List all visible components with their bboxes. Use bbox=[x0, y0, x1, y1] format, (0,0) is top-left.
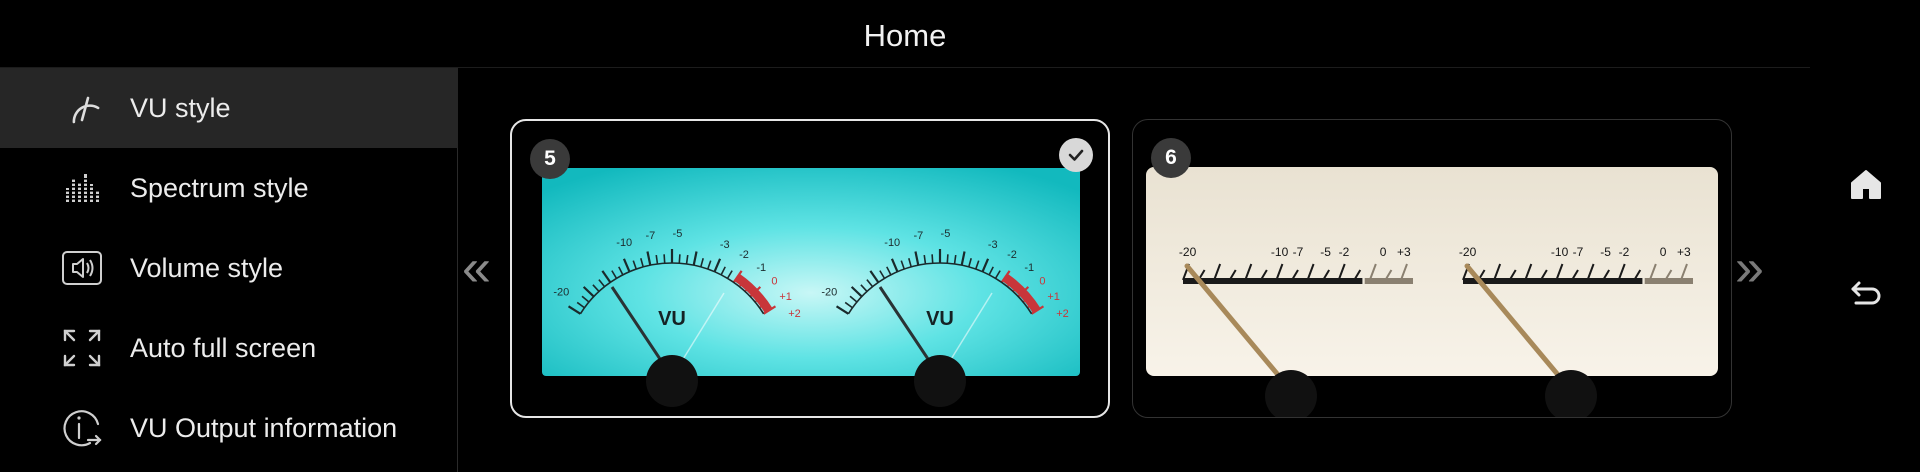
scale-label: 0 bbox=[1039, 276, 1045, 288]
peak-zone bbox=[1364, 278, 1413, 284]
scale-label: -10 bbox=[1271, 245, 1289, 259]
scale-label: -1 bbox=[756, 262, 766, 274]
scale-label: -20 bbox=[553, 286, 569, 298]
peak-zone bbox=[1644, 278, 1693, 284]
info-output-icon bbox=[60, 406, 104, 450]
scale-label: -2 bbox=[1619, 245, 1630, 259]
scale-bar bbox=[1463, 278, 1643, 284]
scale-tick bbox=[663, 254, 666, 264]
sidebar-item-label: VU style bbox=[130, 92, 231, 123]
double-chevron-left-icon: « bbox=[462, 239, 491, 297]
style-number-badge: 6 bbox=[1151, 138, 1191, 178]
scale-label: -3 bbox=[988, 239, 998, 251]
scale-label: -20 bbox=[1179, 245, 1197, 259]
meter-label: VU bbox=[926, 308, 954, 330]
home-icon bbox=[1851, 170, 1881, 199]
scale-label: 0 bbox=[771, 276, 777, 288]
scale-label: -7 bbox=[1293, 245, 1304, 259]
selected-check-icon bbox=[1059, 138, 1093, 172]
right-nav-bar bbox=[1810, 0, 1920, 472]
scale-label: -1 bbox=[1024, 262, 1034, 274]
spectrum-icon bbox=[60, 166, 104, 210]
style-number-badge: 5 bbox=[530, 139, 570, 179]
scale-tick bbox=[931, 254, 934, 264]
scale-label: -20 bbox=[1459, 245, 1477, 259]
sidebar-item-vu-style[interactable]: VU style bbox=[0, 68, 458, 148]
double-chevron-right-icon: » bbox=[1735, 239, 1764, 297]
sidebar-item-label: Auto full screen bbox=[130, 332, 317, 363]
scale-label: -7 bbox=[1573, 245, 1584, 259]
scale-tick bbox=[678, 254, 681, 264]
needle-pivot bbox=[1545, 370, 1597, 417]
page-title: Home bbox=[863, 18, 947, 53]
volume-icon bbox=[60, 246, 104, 290]
scale-label: -7 bbox=[914, 230, 924, 242]
scale-label: -10 bbox=[884, 237, 900, 249]
needle-pivot bbox=[914, 355, 966, 407]
sidebar-item-vu-output-information[interactable]: VU Output information bbox=[0, 388, 458, 468]
scale-label: +1 bbox=[779, 291, 792, 303]
scale-tick bbox=[946, 254, 949, 264]
title-bar: Home bbox=[0, 0, 1810, 68]
scale-label: -2 bbox=[1007, 249, 1017, 261]
scale-label: -10 bbox=[1551, 245, 1569, 259]
scale-label: 0 bbox=[1380, 245, 1387, 259]
sidebar-item-label: VU Output information bbox=[130, 412, 398, 443]
scale-label: -2 bbox=[739, 249, 749, 261]
scale-label: +2 bbox=[788, 308, 801, 320]
sidebar-item-label: Volume style bbox=[130, 252, 284, 283]
scale-label: -7 bbox=[646, 230, 656, 242]
scale-label: +3 bbox=[1397, 245, 1411, 259]
back-button[interactable] bbox=[1844, 270, 1888, 314]
sidebar-item-label: Spectrum style bbox=[130, 172, 309, 203]
scale-bar bbox=[1183, 278, 1363, 284]
scale-label: -5 bbox=[1320, 245, 1331, 259]
needle-pivot bbox=[1265, 370, 1317, 417]
scale-label: -10 bbox=[616, 237, 632, 249]
vu-style-card-5[interactable]: -20 -10 -7 -5 -3 -2 -1 0 +1 +2 VU -20 -10 -7 -5 -3 -2 -1… bbox=[510, 119, 1110, 418]
scale-label: +3 bbox=[1677, 245, 1691, 259]
vu-style-card-6[interactable]: -20 -10 -7 -5 -2 0 +3 -20 -10 -7 -5 -2 0 +3 6 bbox=[1132, 119, 1732, 418]
next-page-button[interactable]: » bbox=[1735, 242, 1764, 294]
back-icon bbox=[1851, 281, 1881, 305]
scale-label: +2 bbox=[1056, 308, 1069, 320]
meter-label: VU bbox=[658, 308, 686, 330]
fullscreen-icon bbox=[60, 326, 104, 370]
vu-meter-preview: -20-10-7 -5-3-2-10+1+2VU -20-10-7 -5-3-2-1… bbox=[542, 168, 1080, 407]
sidebar: VU style Spectrum style Volume style Aut… bbox=[0, 68, 458, 472]
sidebar-item-volume-style[interactable]: Volume style bbox=[0, 228, 458, 308]
needle-pivot bbox=[646, 355, 698, 407]
previous-page-button[interactable]: « bbox=[462, 242, 491, 294]
scale-label: -2 bbox=[1339, 245, 1350, 259]
scale-label: +1 bbox=[1047, 291, 1060, 303]
scale-label: -5 bbox=[941, 228, 951, 240]
vu-meter-preview: -20 -10 -7 -5 -2 0 +3 -20 -10 -7 -5 -2 0 +3 bbox=[1146, 167, 1718, 417]
home-button[interactable] bbox=[1844, 162, 1888, 206]
sidebar-item-spectrum-style[interactable]: Spectrum style bbox=[0, 148, 458, 228]
gauge-icon bbox=[60, 86, 104, 130]
scale-label: -5 bbox=[673, 228, 683, 240]
scale-label: 0 bbox=[1660, 245, 1667, 259]
scale-label: -20 bbox=[821, 286, 837, 298]
sidebar-item-auto-full-screen[interactable]: Auto full screen bbox=[0, 308, 458, 388]
scale-label: -3 bbox=[720, 239, 730, 251]
scale-label: -5 bbox=[1600, 245, 1611, 259]
